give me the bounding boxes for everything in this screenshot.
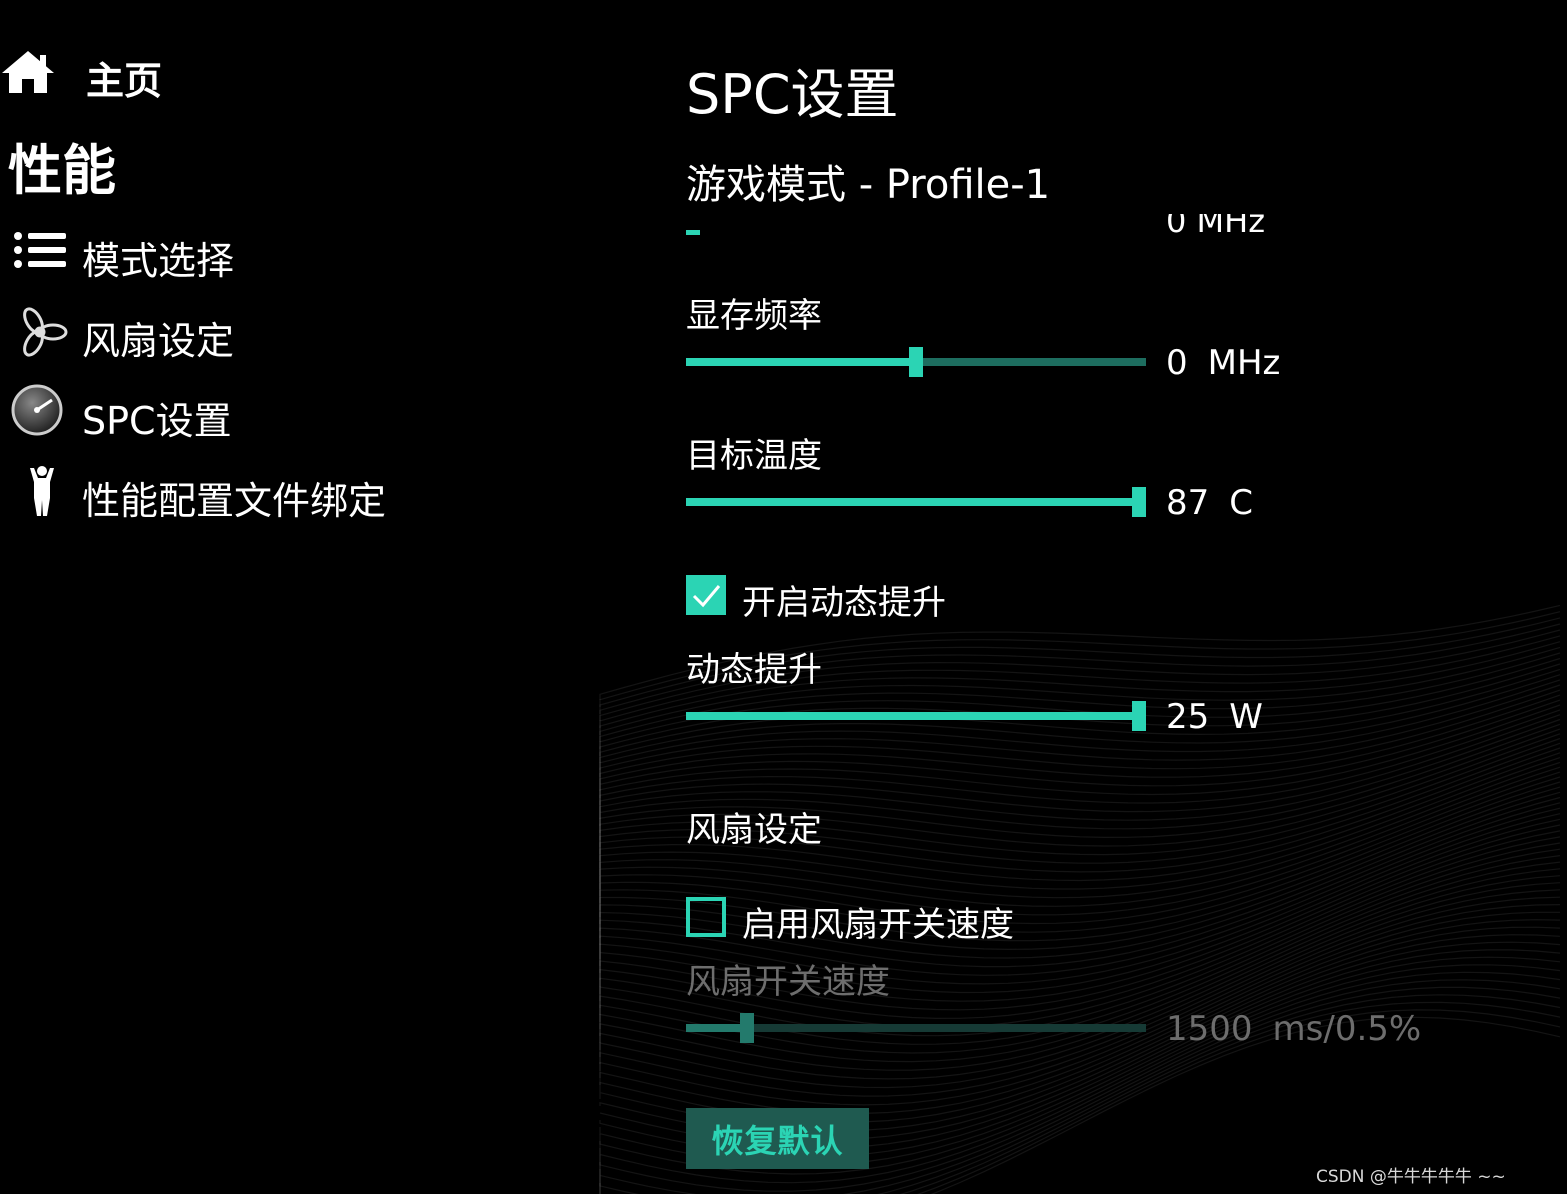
- fan-icon: [23, 307, 68, 357]
- home-icon: [2, 51, 54, 93]
- fan-switch-speed-checkbox[interactable]: 启用风扇开关速度: [686, 897, 1286, 945]
- profile-name: 游戏模式 - Profile-1: [686, 162, 1051, 208]
- fan-section-title: 风扇设定: [686, 810, 822, 850]
- slider-track: [686, 1024, 1146, 1032]
- sidebar-item-mode-select[interactable]: 模式选择: [10, 224, 470, 283]
- fan-switch-speed-value: 1500 ms/0.5%: [1166, 1009, 1421, 1049]
- sidebar-item-spc-settings[interactable]: SPC设置: [10, 384, 470, 443]
- memory-clock-number: 0: [1166, 343, 1188, 383]
- nav-home[interactable]: 主页: [0, 44, 162, 103]
- slider-fill: [686, 498, 1139, 506]
- clipped-slider-value: 0 MHz: [1166, 214, 1265, 236]
- fan-switch-speed-checkbox-label: 启用风扇开关速度: [742, 905, 1014, 945]
- memory-clock-unit: MHz: [1207, 343, 1281, 383]
- page-title: SPC设置: [686, 63, 899, 126]
- dynamic-boost-checkbox-label: 开启动态提升: [742, 583, 946, 623]
- person-icon: [30, 466, 54, 516]
- sidebar-item-label: 风扇设定: [82, 319, 235, 363]
- spc-settings-window: 主页 性能 模式选择 风扇设定 SPC设置 性能配置文件绑定 SPC设置 游戏模…: [0, 0, 1567, 1194]
- sidebar-item-fan-settings[interactable]: 风扇设定: [10, 304, 470, 363]
- slider-thumb[interactable]: [1132, 487, 1146, 517]
- gauge-icon: [11, 384, 63, 436]
- sidebar-item-label: 性能配置文件绑定: [82, 479, 387, 523]
- target-temp-slider[interactable]: [686, 487, 1146, 517]
- memory-clock-slider[interactable]: [686, 347, 1146, 377]
- dynamic-boost-checkbox[interactable]: 开启动态提升: [686, 575, 1286, 623]
- fan-switch-speed-label: 风扇开关速度: [686, 962, 890, 1002]
- dynamic-boost-unit: W: [1229, 697, 1263, 737]
- checkbox-unchecked[interactable]: [686, 897, 726, 937]
- dynamic-boost-number: 25: [1166, 697, 1210, 737]
- target-temp-number: 87: [1166, 483, 1210, 523]
- target-temp-value: 87 C: [1166, 483, 1253, 523]
- sidebar-item-profile-binding[interactable]: 性能配置文件绑定: [10, 464, 470, 523]
- slider-thumb[interactable]: [909, 347, 923, 377]
- section-title-performance: 性能: [8, 139, 116, 202]
- memory-clock-label: 显存频率: [686, 296, 822, 336]
- checkbox-checked[interactable]: [686, 575, 726, 615]
- sidebar-item-label: 模式选择: [82, 239, 235, 283]
- slider-thumb[interactable]: [740, 1013, 754, 1043]
- target-temp-unit: C: [1229, 483, 1254, 523]
- nav-home-label: 主页: [86, 59, 163, 103]
- watermark: CSDN @牛牛牛牛牛 ~~: [1316, 1167, 1506, 1187]
- target-temp-label: 目标温度: [686, 436, 822, 476]
- restore-defaults-button[interactable]: 恢复默认: [686, 1108, 869, 1169]
- clipped-slider-fill: [686, 230, 700, 235]
- fan-switch-speed-slider[interactable]: [686, 1013, 1146, 1043]
- check-icon: [692, 585, 721, 608]
- slider-fill: [686, 1024, 747, 1032]
- list-icon: [14, 232, 66, 268]
- dynamic-boost-slider[interactable]: [686, 701, 1146, 731]
- fan-switch-speed-number: 1500: [1166, 1009, 1253, 1049]
- fan-switch-speed-unit: ms/0.5%: [1272, 1009, 1422, 1049]
- slider-fill: [686, 712, 1139, 720]
- slider-thumb[interactable]: [1132, 701, 1146, 731]
- memory-clock-value: 0 MHz: [1166, 343, 1280, 383]
- slider-fill: [686, 358, 916, 366]
- dynamic-boost-label: 动态提升: [686, 650, 822, 690]
- dynamic-boost-value: 25 W: [1166, 697, 1263, 737]
- clipped-slider-row: 0 MHz: [686, 214, 1306, 236]
- sidebar-item-label: SPC设置: [82, 399, 232, 443]
